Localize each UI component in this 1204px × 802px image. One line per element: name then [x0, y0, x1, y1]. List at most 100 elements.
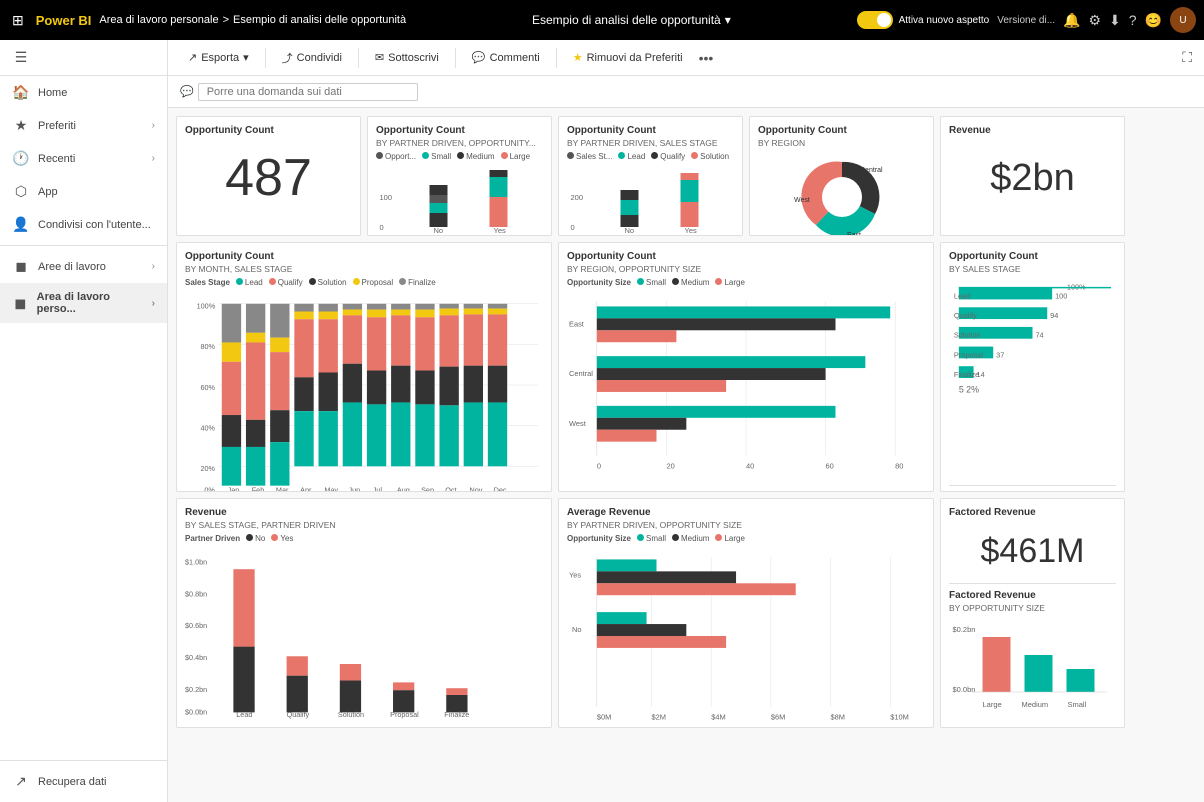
toolbar-sep-2 [358, 48, 359, 68]
svg-text:Proposal: Proposal [954, 350, 983, 359]
svg-text:Large: Large [983, 700, 1002, 709]
card-opp-region-size[interactable]: Opportunity Count BY REGION, OPPORTUNITY… [558, 242, 934, 492]
expand-icon[interactable]: ⛶ [1182, 49, 1192, 66]
my-workspace-icon: ◼ [12, 295, 29, 312]
legend-month: Sales Stage Lead Qualify Solution Propos… [185, 278, 543, 287]
legend-qualify: Qualify [651, 152, 685, 161]
breadcrumb: Area di lavoro personale > Esempio di an… [99, 14, 406, 26]
sidebar-item-favorites[interactable]: ★ Preferiti › [0, 109, 167, 142]
svg-text:$0M: $0M [597, 713, 611, 722]
qa-input[interactable] [198, 83, 418, 101]
legend-item-opport: Opport... [376, 152, 416, 161]
card-opp-sales-stage[interactable]: Opportunity Count BY SALES STAGE 100% Le… [940, 242, 1125, 492]
card-title-opp-region: Opportunity Count [758, 125, 925, 136]
sidebar-item-shared[interactable]: 👤 Condivisi con l'utente... [0, 208, 167, 241]
sidebar-item-workspaces[interactable]: ◼ Aree di lavoro › [0, 250, 167, 283]
svg-text:$6M: $6M [771, 713, 785, 722]
svg-text:Finalize: Finalize [444, 710, 469, 719]
card-opp-month[interactable]: Opportunity Count BY MONTH, SALES STAGE … [176, 242, 552, 492]
card-opp-count-487[interactable]: Opportunity Count 487 [176, 116, 361, 236]
comments-label: Commenti [490, 52, 540, 64]
svg-text:Yes: Yes [569, 570, 581, 579]
card-avg-rev-partner[interactable]: Average Revenue BY PARTNER DRIVEN, OPPOR… [558, 498, 934, 728]
sidebar-header: ☰ [0, 40, 167, 76]
card-title-opp-stage: Opportunity Count [567, 125, 734, 136]
svg-text:80%: 80% [200, 342, 215, 351]
favorite-button[interactable]: ★ Rimuovi da Preferiti [565, 47, 691, 68]
sidebar-divider [0, 245, 167, 246]
toggle-switch[interactable] [857, 11, 893, 29]
legend-lead: Lead [618, 152, 645, 161]
card-opp-stage[interactable]: Opportunity Count BY PARTNER DRIVEN, SAL… [558, 116, 743, 236]
dropdown-chevron-icon[interactable]: ▾ [725, 13, 731, 27]
legend-stage: Sales St... Lead Qualify Solution [567, 152, 734, 161]
more-options-icon[interactable]: ••• [699, 50, 714, 66]
report-title-header: Esempio di analisi delle opportunità ▾ [414, 13, 848, 27]
card-subtitle-rev-stage: BY SALES STAGE, PARTNER DRIVEN [185, 520, 543, 530]
favorite-label: Rimuovi da Preferiti [587, 52, 683, 64]
powerbi-logo: Power BI [36, 13, 92, 28]
legend-item-large: Large [501, 152, 530, 161]
get-data-icon: ↗ [12, 773, 30, 790]
sidebar-label-recent: Recenti [38, 153, 75, 165]
svg-text:60: 60 [826, 462, 834, 471]
export-label: Esporta [201, 52, 239, 64]
export-button[interactable]: ↗ Esporta ▾ [180, 47, 257, 68]
svg-text:Lead: Lead [236, 710, 252, 719]
card-title-factored: Factored Revenue [949, 507, 1116, 518]
subscribe-button[interactable]: ✉ Sottoscrivi [367, 47, 447, 68]
sidebar-item-get-data[interactable]: ↗ Recupera dati [0, 765, 167, 798]
user-avatar[interactable]: U [1170, 7, 1196, 33]
sidebar-item-home[interactable]: 🏠 Home [0, 76, 167, 109]
hamburger-icon[interactable]: ☰ [12, 49, 30, 66]
svg-text:5 2%: 5 2% [959, 385, 979, 395]
svg-text:$0.0bn: $0.0bn [185, 707, 207, 716]
settings-icon[interactable]: ⚙ [1088, 12, 1101, 29]
card-revenue-stage[interactable]: Revenue BY SALES STAGE, PARTNER DRIVEN P… [176, 498, 552, 728]
sidebar-item-my-workspace[interactable]: ◼ Area di lavoro perso... › [0, 283, 167, 323]
sidebar-item-recent[interactable]: 🕐 Recenti › [0, 142, 167, 175]
download-icon[interactable]: ⬇ [1109, 12, 1121, 29]
qa-icon: 💬 [180, 85, 194, 98]
card-subtitle-month: BY MONTH, SALES STAGE [185, 264, 543, 274]
svg-text:Lead: Lead [954, 291, 970, 300]
legend-label-stage: Sales Stage [185, 278, 230, 287]
card-title-sales-stage: Opportunity Count [949, 251, 1116, 262]
svg-text:Proposal: Proposal [390, 710, 419, 719]
svg-text:$8M: $8M [831, 713, 845, 722]
legend-partner-driven: Partner Driven [185, 534, 240, 543]
svg-text:$0.2bn: $0.2bn [953, 625, 976, 634]
help-icon[interactable]: ? [1129, 12, 1137, 28]
card-subtitle-sales-stage: BY SALES STAGE [949, 264, 1116, 274]
comments-button[interactable]: 💬 Commenti [464, 47, 548, 68]
card-revenue[interactable]: Revenue $2bn [940, 116, 1125, 236]
chart-factored-size: $0.2bn $0.0bn Large Medium Small [949, 617, 1116, 717]
card-opp-partner[interactable]: Opportunity Count BY PARTNER DRIVEN, OPP… [367, 116, 552, 236]
legend-rev-stage: Partner Driven No Yes [185, 534, 543, 543]
chart-month-stacked: 100% 80% 60% 40% 20% 0% [185, 291, 543, 481]
svg-text:Medium: Medium [1022, 700, 1049, 709]
revenue-value: $2bn [949, 138, 1116, 218]
svg-text:40: 40 [746, 462, 754, 471]
svg-text:Qualify: Qualify [287, 710, 310, 719]
legend-partner: Opport... Small Medium Large [376, 152, 543, 161]
sidebar-item-apps[interactable]: ⬡ App [0, 175, 167, 208]
legend-solution-m: Solution [309, 278, 347, 287]
grid-icon[interactable]: ⊞ [8, 8, 28, 33]
emoji-icon[interactable]: 😊 [1145, 12, 1162, 29]
card-title-opp-487: Opportunity Count [185, 125, 352, 136]
breadcrumb-report[interactable]: Esempio di analisi delle opportunità [233, 14, 406, 26]
legend-lead-m: Lead [236, 278, 263, 287]
legend-item-small: Small [422, 152, 451, 161]
card-title-month: Opportunity Count [185, 251, 543, 262]
sidebar-label-workspaces: Aree di lavoro [38, 261, 106, 273]
export-icon: ↗ [188, 51, 197, 64]
notification-icon[interactable]: 🔔 [1063, 12, 1080, 29]
card-opp-region[interactable]: Opportunity Count BY REGION Central East… [749, 116, 934, 236]
toolbar-sep-3 [455, 48, 456, 68]
chart-avg-rev-partner: $0M $2M $4M $6M $8M $10M Yes No [567, 547, 925, 722]
card-factored-revenue[interactable]: Factored Revenue $461M Factored Revenue … [940, 498, 1125, 728]
share-button[interactable]: ⤴ Condividi [274, 46, 350, 70]
breadcrumb-workspace[interactable]: Area di lavoro personale [99, 14, 218, 26]
legend-item-medium: Medium [457, 152, 494, 161]
